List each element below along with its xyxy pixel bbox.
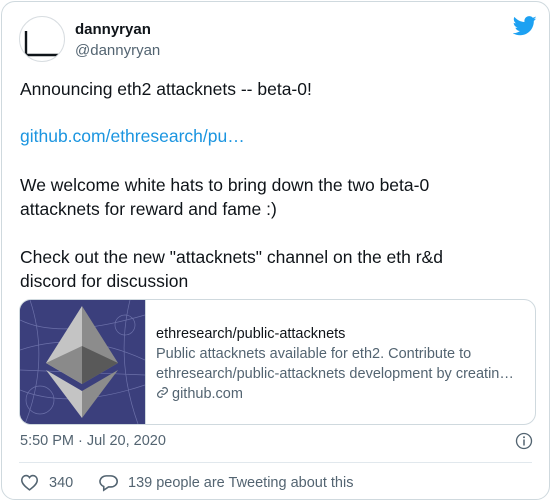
card-description-line2: ethresearch/public-attacknets developmen…	[156, 366, 514, 382]
like-count: 340	[49, 474, 74, 491]
card-title: ethresearch/public-attacknets	[156, 326, 346, 342]
tweet-text-para2-line1: We welcome white hats to bring down the …	[20, 175, 430, 195]
tweet-text-line1: Announcing eth2 attacknets -- beta-0!	[20, 79, 312, 99]
tweet-text-para3-line2: discord for discussion	[20, 271, 189, 291]
tweeting-about-text: 139 people are Tweeting about this	[128, 475, 354, 491]
tweet-text-para2-line2: attacknets for reward and fame :)	[20, 199, 277, 219]
user-name[interactable]: dannyryan	[75, 21, 151, 38]
tweet-link[interactable]: github.com/ethresearch/pu…	[20, 124, 245, 148]
heart-icon	[20, 474, 39, 491]
user-handle[interactable]: @dannyryan	[75, 42, 160, 59]
card-domain: github.com	[156, 384, 525, 404]
twitter-bird-icon[interactable]	[513, 16, 537, 36]
tweet-text-para3-line1: Check out the new "attacknets" channel o…	[20, 247, 443, 267]
tweet-card: dannyryan @dannyryan Announcing eth2 att…	[1, 1, 550, 500]
link-preview-card[interactable]: ethresearch/public-attacknets Public att…	[19, 299, 536, 425]
info-icon[interactable]	[515, 432, 533, 450]
link-icon	[157, 387, 168, 398]
card-description-line1: Public attacknets available for eth2. Co…	[156, 346, 472, 362]
tweet-timestamp[interactable]: 5:50 PM · Jul 20, 2020	[20, 433, 166, 449]
like-button[interactable]: 340	[20, 474, 73, 491]
divider	[19, 462, 532, 463]
reply-button[interactable]: 139 people are Tweeting about this	[99, 474, 353, 492]
speech-bubble-icon	[99, 475, 118, 492]
avatar[interactable]	[19, 16, 65, 62]
card-domain-text: github.com	[172, 386, 243, 402]
ethereum-logo-image	[20, 300, 146, 424]
